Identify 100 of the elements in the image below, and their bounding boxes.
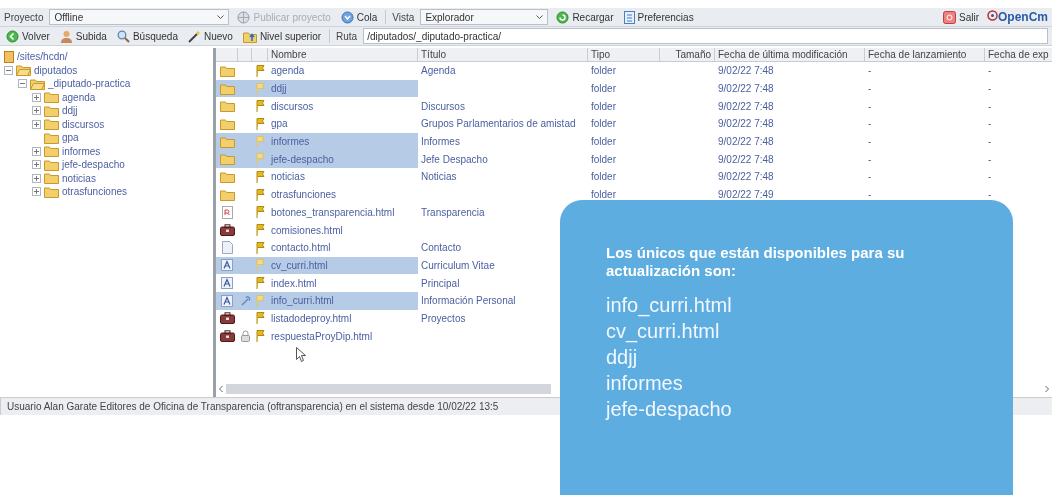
letter-a-icon xyxy=(221,277,233,290)
expand-icon[interactable] xyxy=(32,173,41,183)
table-cell-text: 9/02/22 7:48 xyxy=(717,65,775,77)
column-header[interactable]: Título xyxy=(418,48,588,61)
flag-icon xyxy=(255,259,265,272)
path-field[interactable]: /diputados/_diputado-practica/ xyxy=(363,28,1048,44)
table-cell-text: Discursos xyxy=(420,100,466,112)
person-icon xyxy=(59,29,73,43)
tree-item[interactable]: jefe-despacho xyxy=(62,159,125,171)
globe-icon xyxy=(237,10,251,24)
table-cell-text: folder xyxy=(590,65,617,77)
view-dropdown[interactable]: Explorador xyxy=(420,9,549,25)
tree-item[interactable]: agenda xyxy=(62,91,96,103)
row-highlight[interactable] xyxy=(216,132,418,151)
callout-title: Los únicos que están disponibles para su actualización son: xyxy=(606,244,906,280)
table-cell-text: folder xyxy=(590,83,617,95)
table-cell-text: Proyectos xyxy=(420,312,467,324)
table-cell[interactable]: contacto.html xyxy=(268,242,418,254)
search-icon xyxy=(116,29,130,43)
tree-item[interactable]: gpa xyxy=(62,132,79,144)
toolbox-icon xyxy=(219,224,235,237)
toolbar-button[interactable]: Preferencias xyxy=(621,10,696,24)
expand-icon[interactable] xyxy=(32,146,41,156)
wand-icon xyxy=(188,29,201,43)
row-highlight[interactable] xyxy=(216,150,418,169)
expand-icon[interactable] xyxy=(32,160,41,170)
table-cell-text: folder xyxy=(590,136,617,148)
column-header[interactable]: Tipo xyxy=(588,48,660,61)
table-cell[interactable]: info_curri.html xyxy=(268,295,418,307)
collapse-icon[interactable] xyxy=(4,65,13,75)
folder-up-icon xyxy=(242,29,257,43)
table-cell[interactable]: informes xyxy=(268,136,418,148)
toolbar-button[interactable]: Recargar xyxy=(554,10,616,24)
file-icon xyxy=(221,205,233,219)
tree-item[interactable]: /sites/hcdn/ xyxy=(17,51,68,63)
row-highlight[interactable] xyxy=(216,256,418,275)
flag-icon xyxy=(255,135,265,148)
table-cell-text: Contacto xyxy=(420,242,463,254)
expand-icon[interactable] xyxy=(32,187,41,197)
row-highlight[interactable] xyxy=(216,291,418,310)
letter-a-icon xyxy=(221,259,233,272)
table-cell[interactable]: cv_curri.html xyxy=(268,259,418,271)
table-cell[interactable]: botones_transparencia.html xyxy=(268,206,418,218)
table-cell[interactable]: jefe-despacho xyxy=(268,153,418,165)
table-cell[interactable]: otrasfunciones xyxy=(268,189,418,201)
flag-icon xyxy=(255,170,265,183)
collapse-icon[interactable] xyxy=(18,79,27,89)
table-cell-text: Información Personal xyxy=(420,295,517,307)
table-cell-text: folder xyxy=(590,171,617,183)
toolbar-button[interactable]: Volver xyxy=(4,29,52,43)
view-label: Vista xyxy=(392,11,415,23)
table-cell[interactable]: gpa xyxy=(268,118,418,130)
table-cell[interactable]: respuestaProyDip.html xyxy=(268,330,418,342)
table-cell-text: 9/02/22 7:48 xyxy=(717,171,775,183)
column-header[interactable]: Fecha de última modificación xyxy=(715,48,865,61)
expand-icon[interactable] xyxy=(32,119,41,129)
table-cell-text: Curriculum Vitae xyxy=(420,259,496,271)
table-cell-text: Principal xyxy=(420,277,461,289)
table-cell[interactable]: discursos xyxy=(268,100,418,112)
project-dropdown[interactable]: Offline xyxy=(49,9,230,25)
tree-item[interactable]: noticias xyxy=(62,172,96,184)
flag-icon xyxy=(255,153,265,166)
scrollbar[interactable] xyxy=(226,384,551,394)
toolbar-button[interactable]: Nivel superior xyxy=(240,29,324,43)
table-cell[interactable]: noticias xyxy=(268,171,418,183)
expand-icon[interactable] xyxy=(32,92,41,102)
toolbar-button[interactable]: Nuevo xyxy=(186,29,235,43)
table-cell-text: - xyxy=(867,83,873,95)
folder-icon xyxy=(219,135,235,148)
tree-item[interactable]: ddjj xyxy=(62,105,78,117)
folder-icon xyxy=(219,64,235,77)
exit-button[interactable]: Salir xyxy=(940,10,981,24)
column-header[interactable]: Fecha de exp xyxy=(985,48,1052,61)
tree-item[interactable]: otrasfunciones xyxy=(62,186,128,198)
row-highlight[interactable] xyxy=(216,79,418,98)
toolbar-button[interactable]: Subida xyxy=(57,29,109,43)
tree-item[interactable]: discursos xyxy=(62,118,105,130)
toolbox-icon xyxy=(219,330,235,343)
callout-item: info_curri.html xyxy=(606,293,733,318)
table-cell-text: 9/02/22 7:48 xyxy=(717,153,775,165)
tree-item[interactable]: _diputado-practica xyxy=(48,78,131,90)
table-cell[interactable]: index.html xyxy=(268,277,418,289)
flag-icon xyxy=(255,206,265,219)
toolbar-button[interactable]: Búsqueda xyxy=(114,29,180,43)
flag-icon xyxy=(255,100,265,113)
page-icon xyxy=(221,241,233,255)
table-cell[interactable]: comisiones.html xyxy=(268,224,418,236)
column-header[interactable]: Fecha de lanzamiento xyxy=(865,48,985,61)
table-cell[interactable]: agenda xyxy=(268,65,418,77)
folder-icon xyxy=(219,100,235,113)
expand-icon[interactable] xyxy=(32,106,41,116)
column-header[interactable]: Tamaño xyxy=(660,48,715,61)
tree-item[interactable]: informes xyxy=(62,145,101,157)
table-cell[interactable]: ddjj xyxy=(268,83,418,95)
toolbar-button[interactable]: Cola xyxy=(338,10,380,24)
folder-icon xyxy=(44,185,59,198)
column-header[interactable]: Nombre xyxy=(268,48,418,61)
folder-icon xyxy=(44,118,59,131)
table-cell[interactable]: listadodeproy.html xyxy=(268,312,418,324)
tree-item[interactable]: diputados xyxy=(34,64,78,76)
